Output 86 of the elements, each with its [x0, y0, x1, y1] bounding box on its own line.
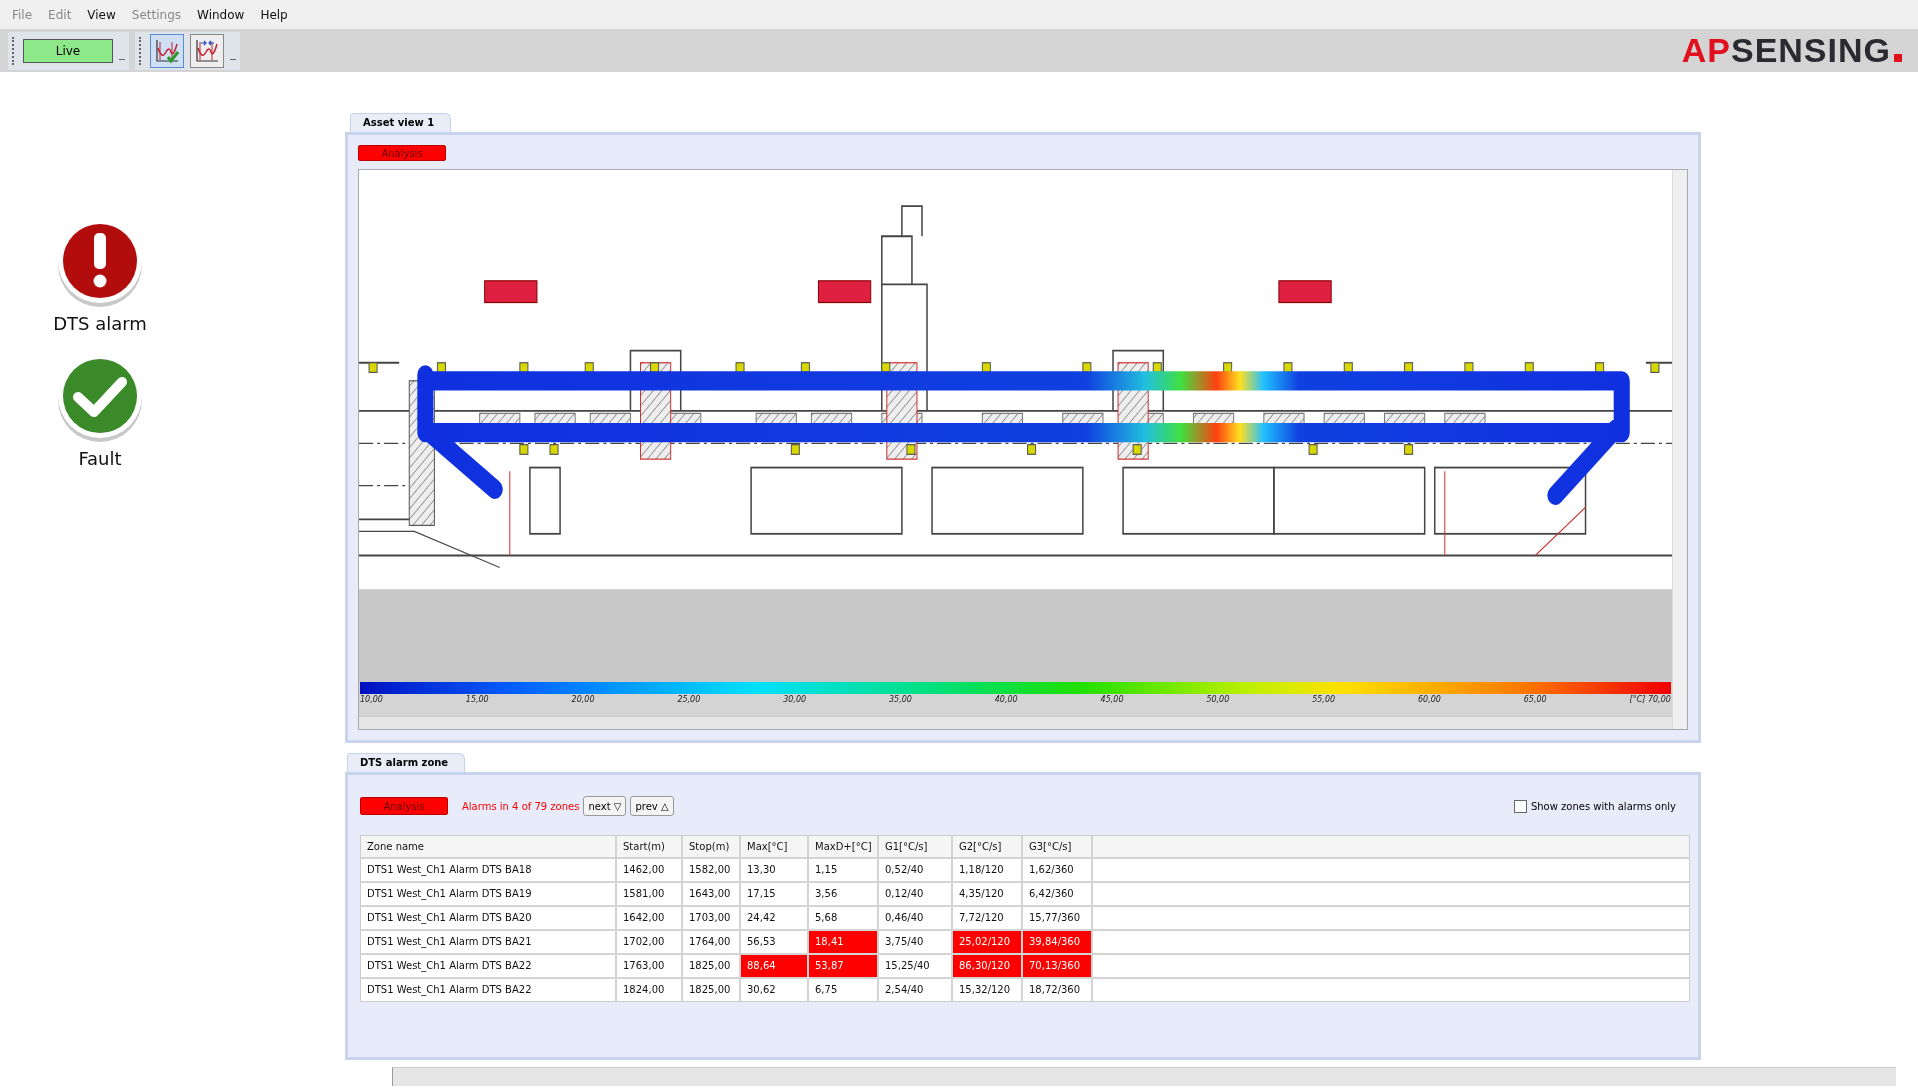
scale-tick-label: 40,00	[994, 695, 1018, 704]
table-cell: 1702,00	[617, 931, 683, 953]
table-cell: 1582,00	[683, 859, 741, 881]
scale-tick-label: [°C] 70,00	[1629, 695, 1671, 704]
toolbar-grip[interactable]	[139, 36, 144, 65]
table-cell: 13,30	[741, 859, 809, 881]
table-cell: 18,41	[809, 931, 879, 953]
table-cell: 17,15	[741, 883, 809, 905]
table-cell: 7,72/120	[953, 907, 1023, 929]
table-cell: 24,42	[741, 907, 809, 929]
table-cell: 4,35/120	[953, 883, 1023, 905]
checkbox[interactable]	[1513, 799, 1527, 813]
table-cell: 15,77/360	[1023, 907, 1093, 929]
panel-tab[interactable]: DTS alarm zone	[347, 753, 466, 772]
table-cell: 1581,00	[617, 883, 683, 905]
column-header[interactable]: Start(m)	[617, 836, 683, 857]
scale-tick-label: 15,00	[465, 695, 489, 704]
indicator-label: DTS alarm	[53, 313, 147, 334]
table-cell: 1642,00	[617, 907, 683, 929]
company-logo: APSENSING	[1681, 31, 1902, 70]
table-cell: 1,18/120	[953, 859, 1023, 881]
scale-tick-label: 50,00	[1206, 695, 1230, 704]
menu-item[interactable]: Window	[197, 7, 245, 22]
column-header[interactable]: Zone name	[361, 836, 617, 857]
scale-tick-label: 30,00	[783, 695, 807, 704]
horizontal-scrollbar[interactable]	[359, 716, 1672, 729]
table-cell: DTS1 West_Ch1 Alarm DTS BA22	[361, 979, 617, 1001]
table-cell: 88,64	[741, 955, 809, 977]
table-cell: 39,84/360	[1023, 931, 1093, 953]
scale-tick-label: 35,00	[889, 695, 912, 704]
table-cell: 1824,00	[617, 979, 683, 1001]
table-cell: 1,15	[809, 859, 879, 881]
indicator-label: Fault	[78, 448, 122, 469]
scale-tick-label: 10,00	[360, 695, 383, 704]
checkbox-label[interactable]: Show zones with alarms only	[1530, 800, 1676, 812]
table-cell: 6,75	[809, 979, 879, 1001]
table-cell: 18,72/360	[1023, 979, 1093, 1001]
table-cell: 0,52/40	[879, 859, 953, 881]
toolbar-grip[interactable]	[12, 36, 17, 65]
table-cell: DTS1 West_Ch1 Alarm DTS BA18	[361, 859, 617, 881]
table-cell: 1462,00	[617, 859, 683, 881]
table-cell: 25,02/120	[953, 931, 1023, 953]
table-cell: 0,12/40	[879, 883, 953, 905]
table-cell: 30,62	[741, 979, 809, 1001]
scale-tick-label: 60,00	[1417, 695, 1441, 704]
column-header[interactable]: MaxD+[°C]	[809, 836, 879, 857]
next-button[interactable]: next ▽	[583, 796, 627, 816]
chart-tool-button[interactable]	[150, 33, 184, 68]
table-cell: 6,42/360	[1023, 883, 1093, 905]
table-cell: 1703,00	[683, 907, 741, 929]
table-cell: 0,46/40	[879, 907, 953, 929]
column-header[interactable]: Max[°C]	[741, 836, 809, 857]
table-cell: DTS1 West_Ch1 Alarm DTS BA19	[361, 883, 617, 905]
table-cell: 86,30/120	[953, 955, 1023, 977]
table-cell: 53,87	[809, 955, 879, 977]
scale-tick-label: 65,00	[1523, 695, 1547, 704]
scale-tick-label: 25,00	[677, 695, 701, 704]
vertical-scrollbar[interactable]	[1672, 170, 1687, 729]
column-header[interactable]: G3[°C/s]	[1023, 836, 1093, 857]
table-cell: DTS1 West_Ch1 Alarm DTS BA21	[361, 931, 617, 953]
table-cell: 1764,00	[683, 931, 741, 953]
column-header[interactable]: G1[°C/s]	[879, 836, 953, 857]
table-cell: 70,13/360	[1023, 955, 1093, 977]
horizontal-scrollbar[interactable]	[392, 1067, 1896, 1086]
panel-tab[interactable]: Asset view 1	[350, 113, 452, 132]
scale-tick-label: 20,00	[571, 695, 595, 704]
scale-tick-label: 55,00	[1312, 695, 1336, 704]
live-button[interactable]: Live	[23, 38, 113, 63]
column-header[interactable]: Stop(m)	[683, 836, 741, 857]
table-cell: DTS1 West_Ch1 Alarm DTS BA22	[361, 955, 617, 977]
menu-item[interactable]: Help	[260, 7, 288, 22]
scale-tick-label: 45,00	[1100, 695, 1124, 704]
table-cell: 15,32/120	[953, 979, 1023, 1001]
table-cell: 2,54/40	[879, 979, 953, 1001]
table-cell: 5,68	[809, 907, 879, 929]
table-cell: 1643,00	[683, 883, 741, 905]
table-cell: 3,56	[809, 883, 879, 905]
table-cell: 1,62/360	[1023, 859, 1093, 881]
prev-button[interactable]: prev △	[630, 796, 674, 816]
alarm-summary: Alarms in 4 of 79 zones	[462, 800, 580, 812]
column-header[interactable]: G2[°C/s]	[953, 836, 1023, 857]
chart-tool-button[interactable]	[190, 33, 224, 68]
table-cell: DTS1 West_Ch1 Alarm DTS BA20	[361, 907, 617, 929]
table-cell: 1763,00	[617, 955, 683, 977]
menu-item[interactable]: View	[87, 7, 116, 22]
table-cell: 1825,00	[683, 979, 741, 1001]
